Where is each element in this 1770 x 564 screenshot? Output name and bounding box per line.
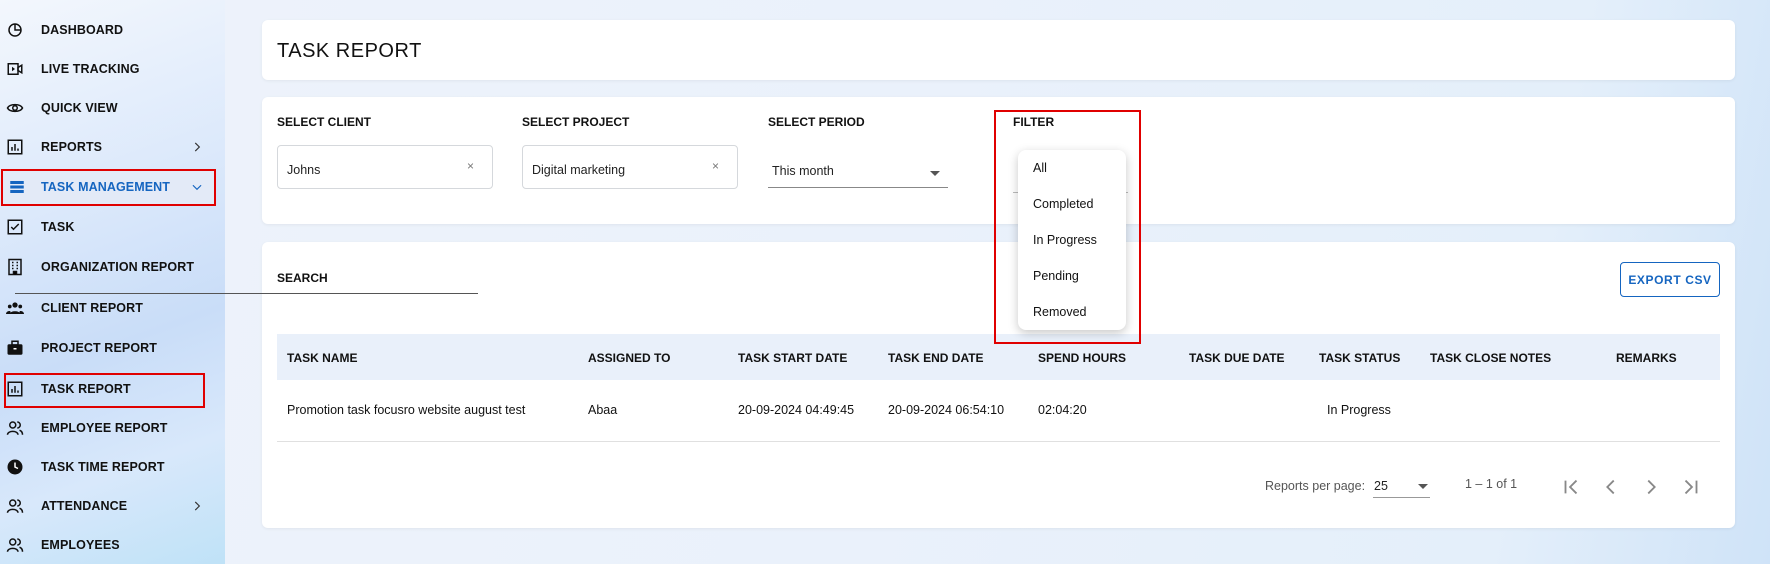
sidebar-item-label: ORGANIZATION REPORT	[41, 260, 195, 274]
search-input[interactable]	[15, 293, 478, 294]
sidebar-item-reports[interactable]: REPORTS	[0, 130, 216, 164]
search-label: SEARCH	[277, 271, 328, 285]
select-period-label: SELECT PERIOD	[768, 115, 865, 129]
chevron-down-icon	[192, 184, 202, 191]
people-icon	[6, 499, 24, 513]
chevron-right-icon	[194, 142, 201, 152]
per-page-value: 25	[1374, 479, 1388, 493]
sidebar-item-dashboard[interactable]: DASHBOARD	[0, 13, 216, 47]
next-page-icon[interactable]	[1640, 476, 1662, 498]
filter-option-completed[interactable]: Completed	[1033, 197, 1093, 211]
filter-option-all[interactable]: All	[1033, 161, 1047, 175]
sidebar-item-task[interactable]: TASK	[0, 210, 216, 244]
group-icon	[6, 302, 24, 314]
filter-option-in-progress[interactable]: In Progress	[1033, 233, 1097, 247]
sidebar-item-label: CLIENT REPORT	[41, 301, 143, 315]
chevron-right-icon	[194, 501, 201, 511]
filter-label: FILTER	[1013, 115, 1055, 129]
column-header[interactable]: TASK START DATE	[738, 351, 847, 365]
per-page-label: Reports per page:	[1265, 479, 1366, 493]
title-card: TASK REPORT	[262, 20, 1735, 80]
column-header[interactable]: SPEND HOURS	[1038, 351, 1126, 365]
filter-option-pending[interactable]: Pending	[1033, 269, 1079, 283]
table-row[interactable]: Promotion task focusro website august te…	[277, 380, 1720, 442]
dropdown-arrow-icon	[930, 171, 940, 176]
sidebar-item-quick-view[interactable]: QUICK VIEW	[0, 91, 216, 125]
sidebar-item-label: ATTENDANCE	[41, 499, 128, 513]
sidebar-item-label: DASHBOARD	[41, 23, 124, 37]
sidebar-item-label: TASK REPORT	[41, 382, 131, 396]
sidebar-item-label: TASK MANAGEMENT	[41, 180, 171, 194]
checkbox-icon	[7, 219, 23, 235]
column-header[interactable]: TASK NAME	[287, 351, 357, 365]
sidebar-item-label: PROJECT REPORT	[41, 341, 157, 355]
task-name-cell: Promotion task focusro website august te…	[287, 403, 526, 417]
sidebar-item-attendance[interactable]: ATTENDANCE	[0, 489, 216, 523]
sidebar-item-employees[interactable]: EMPLOYEES	[0, 528, 216, 562]
clock-icon	[7, 459, 23, 475]
sidebar-item-label: EMPLOYEES	[41, 538, 120, 552]
prev-page-icon[interactable]	[1600, 476, 1622, 498]
column-header[interactable]: TASK CLOSE NOTES	[1430, 351, 1551, 365]
last-page-icon[interactable]	[1680, 476, 1702, 498]
export-csv-button[interactable]: EXPORT CSV	[1620, 262, 1720, 297]
project-select[interactable]: Digital marketing ×	[522, 145, 738, 189]
period-select[interactable]: This month	[768, 159, 948, 188]
first-page-icon[interactable]	[1560, 476, 1582, 498]
filter-option-removed[interactable]: Removed	[1033, 305, 1087, 319]
client-value: Johns	[287, 163, 321, 177]
assigned-to-cell: Abaa	[588, 403, 618, 417]
sidebar-item-task-time-report[interactable]: TASK TIME REPORT	[0, 450, 216, 484]
sidebar-item-employee-report[interactable]: EMPLOYEE REPORT	[0, 411, 216, 445]
end-date-cell: 20-09-2024 06:54:10	[888, 403, 1005, 417]
per-page-select[interactable]: 25	[1373, 474, 1430, 498]
start-date-cell: 20-09-2024 04:49:45	[738, 403, 855, 417]
sidebar: DASHBOARD LIVE TRACKING QUICK VIEW REPOR…	[0, 0, 225, 564]
sidebar-item-organization-report[interactable]: ORGANIZATION REPORT	[0, 250, 216, 284]
column-header[interactable]: TASK DUE DATE	[1189, 351, 1285, 365]
video-icon	[7, 63, 23, 75]
building-icon	[8, 258, 22, 276]
sidebar-item-label: QUICK VIEW	[41, 101, 118, 115]
dashboard-icon	[8, 23, 22, 37]
project-value: Digital marketing	[532, 163, 626, 177]
column-header[interactable]: REMARKS	[1616, 351, 1677, 365]
sidebar-item-label: TASK	[41, 220, 75, 234]
period-value: This month	[772, 164, 834, 178]
task-management-icon	[10, 181, 24, 193]
sidebar-item-label: REPORTS	[41, 140, 103, 154]
table-header: TASK NAME ASSIGNED TO TASK START DATE TA…	[277, 334, 1720, 380]
column-header[interactable]: ASSIGNED TO	[588, 351, 670, 365]
report-icon	[7, 381, 23, 397]
people-icon	[6, 538, 24, 552]
sidebar-item-live-tracking[interactable]: LIVE TRACKING	[0, 52, 216, 86]
status-cell: In Progress	[1327, 403, 1391, 417]
sidebar-item-label: EMPLOYEE REPORT	[41, 421, 168, 435]
sidebar-item-label: LIVE TRACKING	[41, 62, 140, 76]
clear-icon[interactable]: ×	[712, 159, 719, 173]
dropdown-arrow-icon	[1418, 484, 1428, 489]
page-range: 1 – 1 of 1	[1465, 477, 1518, 491]
people-icon	[6, 421, 24, 435]
client-select[interactable]: Johns ×	[277, 145, 493, 189]
sidebar-item-client-report[interactable]: CLIENT REPORT	[0, 291, 216, 325]
sidebar-item-project-report[interactable]: PROJECT REPORT	[0, 331, 216, 365]
eye-icon	[6, 103, 24, 113]
sidebar-item-label: TASK TIME REPORT	[41, 460, 165, 474]
filter-dropdown-menu: All Completed In Progress Pending Remove…	[1018, 150, 1126, 330]
briefcase-icon	[7, 340, 23, 355]
select-client-label: SELECT CLIENT	[277, 115, 372, 129]
spend-hours-cell: 02:04:20	[1038, 403, 1087, 417]
column-header[interactable]: TASK END DATE	[888, 351, 984, 365]
sidebar-item-task-report[interactable]: TASK REPORT	[0, 372, 216, 406]
page-title: TASK REPORT	[277, 40, 422, 62]
select-project-label: SELECT PROJECT	[522, 115, 630, 129]
clear-icon[interactable]: ×	[467, 159, 474, 173]
report-icon	[7, 139, 23, 155]
sidebar-item-task-management[interactable]: TASK MANAGEMENT	[2, 170, 214, 204]
column-header[interactable]: TASK STATUS	[1319, 351, 1400, 365]
